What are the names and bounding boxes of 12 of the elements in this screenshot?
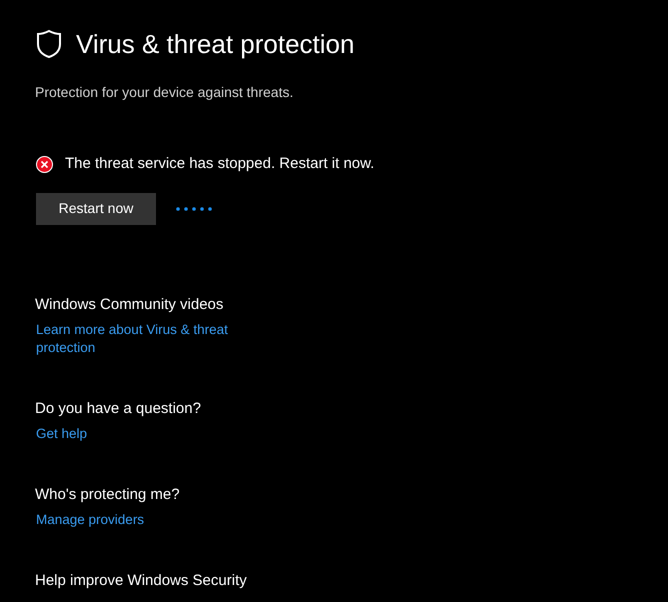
section-heading: Who's protecting me? (35, 484, 181, 504)
section-link[interactable]: Learn more about Virus & threat protection (36, 320, 251, 356)
shield-icon (36, 29, 62, 59)
restart-button[interactable]: Restart now (36, 192, 156, 224)
section-heading: Do you have a question? (35, 398, 202, 418)
section-link[interactable]: Manage providers (36, 510, 251, 528)
section-heading: Help improve Windows Security (35, 570, 248, 590)
page-subtitle: Protection for your device against threats. (35, 83, 294, 102)
section-link[interactable]: Get help (36, 424, 251, 442)
page-title: Virus & threat protection (76, 28, 354, 60)
alert-message: The threat service has stopped. Restart it now. (65, 154, 374, 174)
section-heading: Windows Community videos (35, 294, 224, 314)
